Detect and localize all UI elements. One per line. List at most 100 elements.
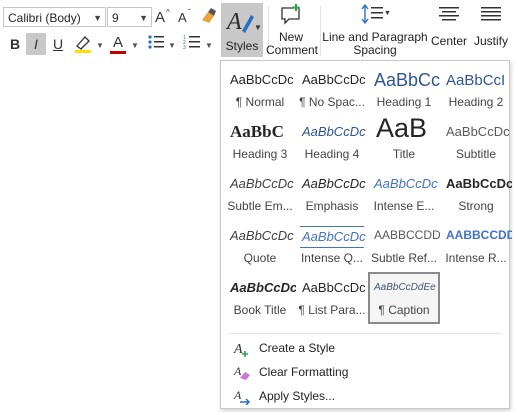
style-sample: AaBbCcDc	[446, 124, 510, 139]
style-sample: AaBbCcDc	[446, 176, 512, 191]
align-center-icon	[439, 7, 459, 21]
ribbon: Calibri (Body) ▼ 9 ▼ A ^ A ˇ B I U ▼ A ▼…	[0, 0, 515, 62]
style-tile-title[interactable]: AaB Title	[368, 116, 440, 168]
style-tile-subtitle[interactable]: AaBbCcDc Subtitle	[440, 116, 512, 168]
create-style-icon: A	[233, 342, 248, 357]
style-sample: AaBbCcDdEe	[374, 282, 436, 293]
style-name: Subtle Ref...	[370, 251, 438, 265]
style-name: Strong	[458, 199, 494, 213]
style-name: ¶ Caption	[378, 303, 430, 317]
style-tile-normal[interactable]: AaBbCcDc ¶ Normal	[224, 64, 296, 116]
menu-divider	[229, 333, 501, 334]
shrink-font-button[interactable]: A ˇ	[176, 6, 196, 28]
style-tile-caption[interactable]: AaBbCcDdEe ¶ Caption	[368, 272, 440, 324]
chevron-down-icon[interactable]: ▼	[168, 41, 176, 50]
style-tile-heading-2[interactable]: AaBbCcI Heading 2	[440, 64, 512, 116]
style-name: Heading 2	[448, 95, 504, 109]
svg-text:A: A	[233, 364, 242, 378]
style-name: Intense E...	[373, 199, 435, 213]
line-spacing-icon: ▼	[361, 3, 390, 25]
line-paragraph-spacing-button[interactable]: ▼ Line and Paragraph Spacing	[322, 3, 428, 57]
font-name-combo[interactable]: Calibri (Body) ▼	[3, 7, 106, 27]
highlight-button[interactable]	[72, 33, 94, 55]
style-name: Emphasis	[305, 199, 359, 213]
chevron-down-icon[interactable]: ▼	[205, 41, 213, 50]
style-sample: AaBbCcDc	[230, 176, 294, 191]
style-tile-intense-reference[interactable]: AABBCCDD Intense R...	[440, 220, 512, 272]
style-tile-heading-4[interactable]: AaBbCcDc Heading 4	[296, 116, 368, 168]
style-tile-intense-emphasis[interactable]: AaBbCcDc Intense E...	[368, 168, 440, 220]
styles-gallery: AaBbCcDc ¶ Normal AaBbCcDc ¶ No Spac... …	[220, 60, 512, 409]
style-tile-subtle-reference[interactable]: AABBCCDD Subtle Ref...	[368, 220, 440, 272]
italic-button[interactable]: I	[26, 33, 46, 55]
style-tile-book-title[interactable]: AaBbCcDc Book Title	[224, 272, 296, 324]
justify-button[interactable]: Justify	[472, 3, 510, 48]
new-comment-button[interactable]: New Comment	[266, 3, 319, 57]
style-sample: AaBbCcDc	[302, 280, 366, 295]
font-size-value: 9	[112, 11, 119, 25]
style-tile-intense-quote[interactable]: AaBbCcDc Intense Q...	[296, 220, 368, 272]
styles-button[interactable]: A ▼ Styles	[221, 3, 263, 57]
style-tile-emphasis[interactable]: AaBbCcDc Emphasis	[296, 168, 368, 220]
font-color-button[interactable]: A	[108, 31, 128, 53]
highlighter-icon	[75, 36, 91, 53]
font-name-value: Calibri (Body)	[8, 11, 81, 25]
bullet-list-icon	[148, 35, 164, 49]
new-comment-icon	[281, 4, 300, 25]
style-name: ¶ No Spac...	[299, 95, 365, 109]
create-style-item[interactable]: A Create a Style	[221, 337, 509, 361]
new-comment-label-2: Comment	[266, 43, 319, 57]
ribbon-divider	[320, 6, 321, 56]
style-sample: AABBCCDD	[374, 228, 440, 242]
grow-font-button[interactable]: A ^	[154, 6, 174, 28]
style-name: Subtitle	[455, 147, 497, 161]
apply-styles-item[interactable]: A Apply Styles...	[221, 385, 509, 409]
style-tile-quote[interactable]: AaBbCcDc Quote	[224, 220, 296, 272]
center-button[interactable]: Center	[430, 3, 468, 48]
style-sample: AaBbCcDc	[302, 72, 366, 87]
style-sample: AABBCCDD	[446, 228, 512, 242]
font-size-combo[interactable]: 9 ▼	[107, 7, 152, 27]
underline-button[interactable]: U	[49, 33, 67, 55]
svg-text:^: ^	[166, 8, 170, 17]
svg-text:A: A	[178, 10, 187, 25]
chevron-down-icon[interactable]: ▼	[139, 8, 148, 28]
style-tile-strong[interactable]: AaBbCcDc Strong	[440, 168, 512, 220]
justify-label: Justify	[473, 34, 508, 48]
font-color-swatch	[110, 51, 126, 54]
style-tile-heading-3[interactable]: AaBbC Heading 3	[224, 116, 296, 168]
line-spacing-label-2: Spacing	[353, 43, 397, 57]
quote-border-top	[300, 226, 364, 227]
style-sample: AaBbCcI	[446, 72, 506, 89]
center-label: Center	[430, 34, 468, 48]
chevron-down-icon[interactable]: ▼	[131, 41, 139, 50]
style-sample: AaBbC	[230, 122, 284, 141]
svg-text:▼: ▼	[384, 10, 390, 17]
bullets-button[interactable]	[146, 33, 166, 55]
clear-format-button[interactable]	[198, 6, 218, 28]
style-tile-list-paragraph[interactable]: AaBbCcDc ¶ List Para...	[296, 272, 368, 324]
svg-text:A: A	[233, 388, 242, 402]
chevron-down-icon[interactable]: ▼	[96, 41, 104, 50]
svg-text:ˇ: ˇ	[188, 8, 191, 17]
apply-styles-label: Apply Styles...	[259, 389, 336, 403]
style-name: Heading 1	[376, 95, 432, 109]
svg-text:▼: ▼	[254, 23, 262, 32]
style-sample: AaBbCcDc	[302, 124, 366, 139]
numbering-button[interactable]: 1 2 3	[182, 33, 202, 55]
style-name: Intense R...	[445, 251, 507, 265]
numbered-list-icon: 1 2 3	[183, 35, 200, 51]
clear-formatting-item[interactable]: A Clear Formatting	[221, 361, 509, 385]
style-sample: AaB	[376, 116, 428, 143]
style-name: Quote	[243, 251, 277, 265]
shrink-font-icon: A ˇ	[178, 8, 191, 25]
svg-text:3: 3	[183, 45, 186, 51]
eraser-brush-icon	[202, 8, 216, 23]
style-tile-no-spacing[interactable]: AaBbCcDc ¶ No Spac...	[296, 64, 368, 116]
chevron-down-icon[interactable]: ▼	[93, 8, 102, 28]
style-tile-subtle-emphasis[interactable]: AaBbCcDc Subtle Em...	[224, 168, 296, 220]
style-name: Intense Q...	[300, 251, 364, 265]
style-tile-heading-1[interactable]: AaBbCc Heading 1	[368, 64, 440, 116]
style-name: Heading 3	[232, 147, 288, 161]
bold-button[interactable]: B	[6, 33, 24, 55]
